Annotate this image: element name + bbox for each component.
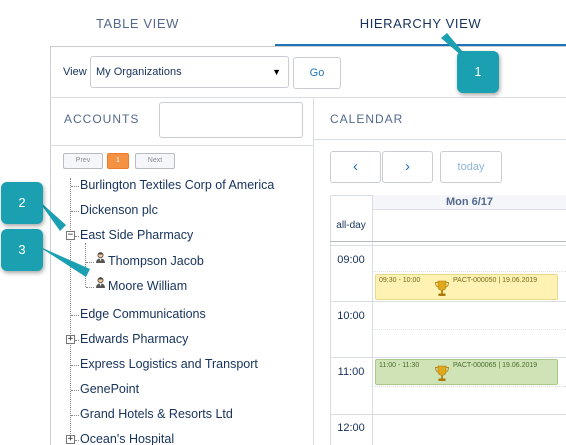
tree-connector	[71, 211, 79, 212]
account-item[interactable]: Edwards Pharmacy	[80, 332, 188, 346]
account-item[interactable]: Express Logistics and Transport	[80, 357, 258, 371]
go-button[interactable]: Go	[293, 57, 341, 89]
hour-line	[330, 245, 566, 246]
allday-label: all-day	[336, 220, 366, 231]
hour-label: 09:00	[337, 254, 365, 266]
tree-connector	[71, 390, 79, 391]
calendar-header-divider	[313, 139, 566, 140]
view-select[interactable]: My Organizations ▼	[90, 56, 289, 88]
column-divider	[313, 98, 314, 445]
calendar-event[interactable]: 09:30 - 10:00 PACT-000050 | 19.06.2019	[375, 274, 558, 300]
pager-page-1-button[interactable]: 1	[107, 153, 129, 169]
expand-toggle[interactable]: +	[66, 435, 75, 444]
callout-badge-1: 1	[457, 51, 499, 93]
today-button[interactable]: today	[440, 151, 502, 183]
tree-connector	[70, 178, 71, 442]
event-reference: PACT-000065 | 19.06.2019	[453, 362, 538, 369]
tree-connector	[71, 415, 79, 416]
tree-connector	[71, 315, 79, 316]
hour-label: 12:00	[337, 422, 365, 434]
tree-connector	[71, 365, 79, 366]
hour-line	[330, 414, 566, 415]
callout-badge-2: 2	[1, 182, 43, 224]
callout-badge-3: 3	[1, 229, 43, 271]
collapse-toggle[interactable]: −	[66, 231, 75, 240]
event-time: 11:00 - 11:30	[379, 362, 420, 369]
half-hour-line	[373, 329, 566, 330]
tree-connector	[86, 287, 94, 288]
accounts-header-divider	[50, 145, 313, 146]
hour-label: 11:00	[337, 366, 365, 378]
tree-connector	[75, 440, 79, 441]
accounts-title: ACCOUNTS	[64, 112, 140, 126]
calendar-event[interactable]: 11:00 - 11:30 PACT-000065 | 19.06.2019	[375, 359, 558, 385]
account-item[interactable]: Grand Hotels & Resorts Ltd	[80, 407, 233, 421]
dropdown-arrow-icon: ▼	[272, 67, 281, 77]
tree-connector	[86, 262, 94, 263]
tab-table-view[interactable]: TABLE VIEW	[0, 0, 275, 47]
account-item[interactable]: East Side Pharmacy	[80, 228, 193, 242]
view-select-value: My Organizations	[96, 66, 182, 78]
toolbar-divider	[50, 97, 566, 98]
trophy-icon	[434, 280, 450, 296]
tab-hierarchy-view[interactable]: HIERARCHY VIEW	[275, 0, 566, 47]
account-item[interactable]: Ocean's Hospital	[80, 432, 174, 445]
time-column-divider	[372, 195, 373, 445]
day-header: Mon 6/17	[373, 195, 566, 210]
pager-prev-button[interactable]: Prev	[63, 153, 103, 169]
hour-label: 10:00	[337, 310, 365, 322]
hour-line	[330, 301, 566, 302]
accounts-search-input[interactable]	[159, 102, 303, 138]
half-hour-line	[373, 271, 566, 272]
calendar-next-button[interactable]: ›	[382, 151, 433, 183]
view-label: View	[63, 66, 87, 78]
contact-item[interactable]: Moore William	[108, 279, 187, 293]
calendar-prev-button[interactable]: ‹	[330, 151, 381, 183]
half-hour-line	[373, 386, 566, 387]
tree-connector	[75, 340, 79, 341]
event-reference: PACT-000050 | 19.06.2019	[453, 277, 538, 284]
account-item[interactable]: Burlington Textiles Corp of America	[80, 178, 274, 192]
contact-item[interactable]: Thompson Jacob	[108, 254, 204, 268]
tree-connector	[71, 186, 79, 187]
person-icon	[96, 277, 105, 288]
tree-connector	[75, 236, 79, 237]
pager-next-button[interactable]: Next	[135, 153, 175, 169]
person-icon	[96, 252, 105, 263]
calendar-title: CALENDAR	[330, 112, 404, 126]
account-item[interactable]: Edge Communications	[80, 307, 206, 321]
allday-divider	[330, 241, 566, 242]
chevron-right-icon: ›	[405, 158, 410, 175]
hour-line	[330, 357, 566, 358]
trophy-icon	[434, 365, 450, 381]
account-item[interactable]: GenePoint	[80, 382, 139, 396]
event-time: 09:30 - 10:00	[379, 277, 421, 284]
chevron-left-icon: ‹	[353, 158, 358, 175]
tree-connector	[85, 243, 86, 287]
account-item[interactable]: Dickenson plc	[80, 203, 158, 217]
expand-toggle[interactable]: +	[66, 335, 75, 344]
